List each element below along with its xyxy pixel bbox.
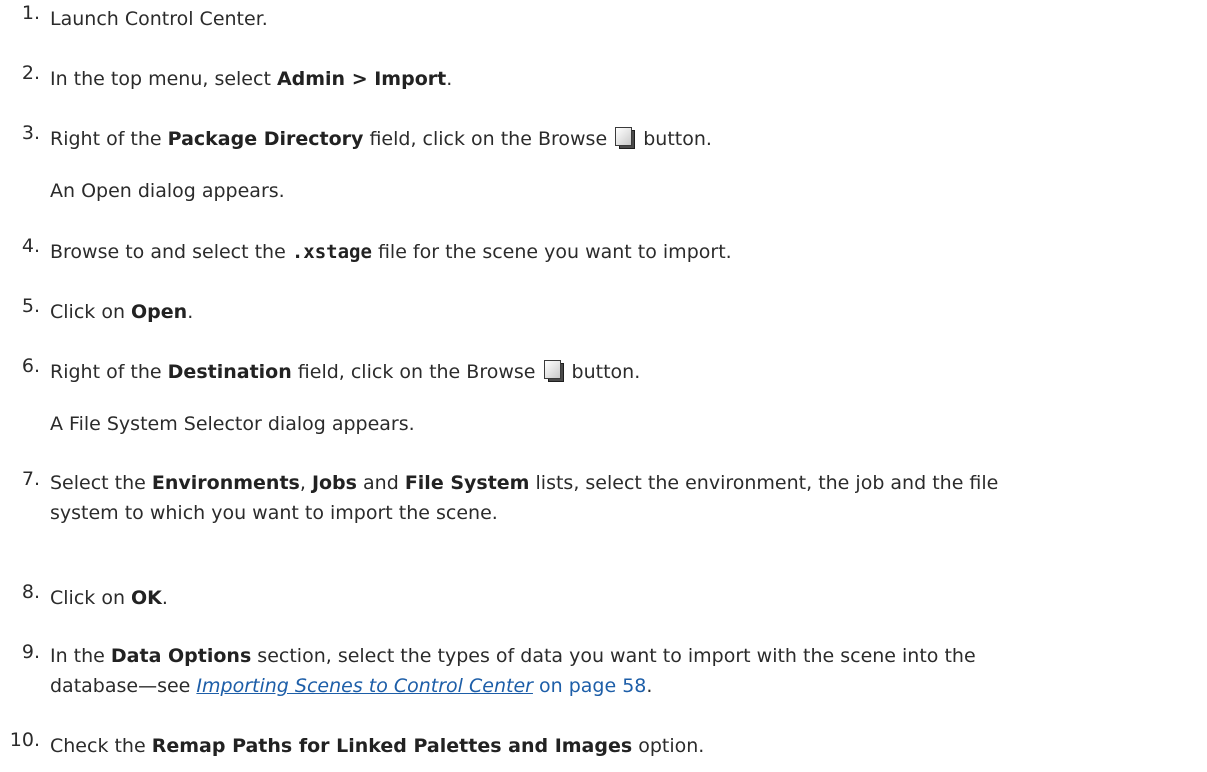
section-name: Data Options <box>110 645 252 667</box>
step-text: Click on Open. <box>50 295 1197 330</box>
link-title[interactable]: Importing Scenes to Control Center <box>196 675 533 697</box>
list-name: Jobs <box>311 472 357 494</box>
step-number: 9. <box>21 641 40 663</box>
step-text-part: Select the <box>50 472 152 494</box>
step-number: 8. <box>21 581 40 603</box>
step-text-part: Click on <box>50 587 132 609</box>
step-number: 10. <box>9 729 40 751</box>
step-text-part: and <box>356 472 405 494</box>
step-text: Launch Control Center. <box>50 8 268 30</box>
step-text-part: button. <box>565 361 641 383</box>
step-text-part: . <box>646 675 653 697</box>
step-text-part: lists, select the environment, the job a… <box>529 472 999 494</box>
field-name: Package Directory <box>167 128 364 150</box>
step-text-part: option. <box>632 735 705 757</box>
step-number: 1. <box>21 2 40 24</box>
file-extension: .xstage <box>291 241 372 263</box>
step-number: 7. <box>21 468 40 490</box>
step-text: Click on OK. <box>50 581 1197 616</box>
step-text: Right of the Destination field, click on… <box>50 355 1197 390</box>
step-line: database—see Importing Scenes to Control… <box>50 671 1197 701</box>
step-text-part: Right of the <box>50 361 168 383</box>
browse-icon <box>543 360 564 382</box>
step-text-part: . <box>161 587 168 609</box>
list-name: Environments <box>151 472 300 494</box>
document-page: 1. Launch Control Center. 2. In the top … <box>0 0 1207 772</box>
step-number: 6. <box>21 355 40 377</box>
step-text-part: In the <box>50 645 111 667</box>
button-name: Open <box>131 301 188 323</box>
step-text: Browse to and select the .xstage file fo… <box>50 235 1197 270</box>
step-text-part: Click on <box>50 301 132 323</box>
list-name: File System <box>404 472 530 494</box>
step-text-part: . <box>446 68 453 90</box>
step-text-part: Right of the <box>50 128 168 150</box>
step-text: Select the Environments, Jobs and File S… <box>50 468 1197 528</box>
step-text-part: field, click on the Browse <box>291 361 542 383</box>
step-line: Select the Environments, Jobs and File S… <box>50 468 1197 498</box>
step-text-part: button. <box>637 128 712 150</box>
step-text-part: database—see <box>50 675 197 697</box>
step-text: In the top menu, select Admin > Import. <box>50 62 1197 97</box>
step-text-part: Browse to and select the <box>50 241 292 263</box>
step-note: An Open dialog appears. <box>50 180 285 202</box>
step-text-part: field, click on the Browse <box>363 128 614 150</box>
step-note: A File System Selector dialog appears. <box>50 413 415 435</box>
button-name: OK <box>131 587 162 609</box>
step-number: 4. <box>21 235 40 257</box>
step-text-part: In the top menu, select <box>50 68 277 90</box>
step-text: In the Data Options section, select the … <box>50 641 1197 701</box>
step-text-part: , <box>299 472 312 494</box>
step-text-part: Check the <box>50 735 152 757</box>
step-line: system to which you want to import the s… <box>50 502 498 524</box>
link-page-ref[interactable]: on page 58 <box>533 675 646 697</box>
step-text: Check the Remap Paths for Linked Palette… <box>50 729 1197 764</box>
step-text-part: . <box>187 301 194 323</box>
cross-reference-link[interactable]: Importing Scenes to Control Center on pa… <box>196 675 646 697</box>
option-name: Remap Paths for Linked Palettes and Imag… <box>151 735 633 757</box>
step-number: 3. <box>21 122 40 144</box>
step-text: Right of the Package Directory field, cl… <box>50 122 1197 157</box>
step-text-part: file for the scene you want to import. <box>371 241 732 263</box>
field-name: Destination <box>167 361 292 383</box>
step-number: 5. <box>21 295 40 317</box>
menu-path: Admin > Import <box>276 68 447 90</box>
step-text-part: section, select the types of data you wa… <box>251 645 976 667</box>
step-number: 2. <box>21 62 40 84</box>
browse-icon <box>615 127 636 149</box>
step-line: In the Data Options section, select the … <box>50 641 1197 671</box>
